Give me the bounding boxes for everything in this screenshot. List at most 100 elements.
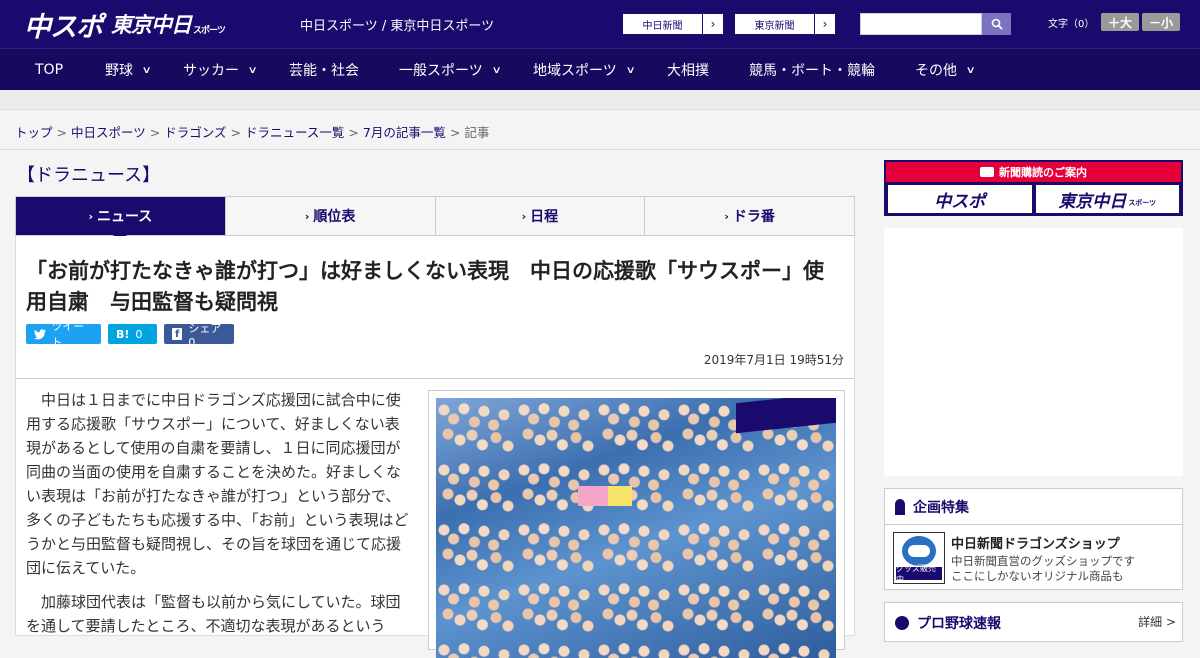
nav-label: TOP <box>35 62 64 78</box>
shop-desc-line: 中日新聞直営のグッズショップです <box>951 554 1135 568</box>
baseball-score-box: プロ野球速報 詳細 > <box>884 602 1183 642</box>
article-body: 中日は１日までに中日ドラゴンズ応援団に試合中に使用する応援歌「サウスポー」につい… <box>26 388 412 648</box>
nav-label: 大相撲 <box>667 63 709 79</box>
header-strip <box>0 90 1200 110</box>
tokyo-shimbun-link[interactable]: 東京新聞 › <box>734 13 836 35</box>
divider <box>0 149 1200 150</box>
breadcrumb: トップ > 中日スポーツ > ドラゴンズ > ドラニュース一覧 >7月の記事一覧 > 記事 <box>15 122 489 141</box>
baseball-icon <box>895 616 909 630</box>
chevron-down-icon: ∨ <box>965 64 976 76</box>
site-name: 中日スポーツ / 東京中日スポーツ <box>300 19 495 34</box>
chunichi-shimbun-link[interactable]: 中日新聞 › <box>622 13 724 35</box>
chevron-right-icon: › <box>724 209 729 223</box>
nav-item-local-sports[interactable]: 地域スポーツ ∨ <box>533 49 636 91</box>
subscription-banner[interactable]: 新聞購読のご案内 中スポ 東京中日 スポーツ <box>884 160 1183 216</box>
feature-title: 企画特集 <box>913 499 969 516</box>
facebook-icon: f <box>172 328 183 340</box>
tokyo-logo-text: 東京中日 <box>1058 191 1127 212</box>
tab-dora-ban[interactable]: › ドラ番 <box>645 197 854 235</box>
subscription-title: 新聞購読のご案内 <box>999 166 1087 179</box>
dragons-shop-link[interactable]: グッズ販売中 中日新聞ドラゴンズショップ 中日新聞直営のグッズショップです ここ… <box>885 525 1182 589</box>
nav-item-sumo[interactable]: 大相撲 <box>667 49 709 91</box>
breadcrumb-separator: > <box>56 125 67 140</box>
shop-desc-line: ここにしかないオリジナル商品も <box>951 569 1124 583</box>
search-input[interactable] <box>860 13 982 35</box>
font-smaller-button[interactable]: －小 <box>1142 13 1180 31</box>
chevron-right-icon: › <box>521 209 527 223</box>
feature-head: 企画特集 <box>885 489 1182 525</box>
tokyo-chunichi-logo[interactable]: 東京中日 スポーツ <box>111 8 226 40</box>
chevron-down-icon: ∨ <box>491 64 502 76</box>
nav-label: その他 <box>915 63 957 79</box>
facebook-share-label: シェア 0 <box>188 321 222 349</box>
divider <box>16 378 854 379</box>
feature-box: 企画特集 グッズ販売中 中日新聞ドラゴンズショップ 中日新聞直営のグッズショップ… <box>884 488 1183 590</box>
chevron-down-icon: ∨ <box>141 64 152 76</box>
newspaper-icon <box>980 167 994 177</box>
baseball-more-link[interactable]: 詳細 > <box>1138 613 1176 630</box>
search-icon <box>991 18 1003 30</box>
nav-item-soccer[interactable]: サッカー ∨ <box>183 49 258 91</box>
subscription-logos: 中スポ 東京中日 スポーツ <box>886 182 1181 216</box>
font-size-label: 文字（0） <box>1048 19 1095 30</box>
nav-item-general-sports[interactable]: 一般スポーツ ∨ <box>399 49 502 91</box>
nav-item-top[interactable]: TOP <box>35 49 63 91</box>
nav-item-baseball[interactable]: 野球 ∨ <box>105 49 152 91</box>
mascot-eyes <box>908 545 930 557</box>
chevron-down-icon: ∨ <box>247 64 258 76</box>
breadcrumb-dra-news-list[interactable]: ドラニュース一覧 <box>245 125 344 140</box>
tab-news[interactable]: › ニュース <box>16 197 226 243</box>
twitter-icon <box>34 328 46 339</box>
breadcrumb-chunichi-sports[interactable]: 中日スポーツ <box>71 125 146 140</box>
nav-item-entertainment[interactable]: 芸能・社会 <box>289 49 359 91</box>
article-headline: 「お前が打たなきゃ誰が打つ」は好ましくない表現 中日の応援歌「サウスポー」使用自… <box>26 259 824 314</box>
tab-bar: › ニュース › 順位表 › 日程 › ドラ番 <box>15 196 855 243</box>
nav-item-other[interactable]: その他 ∨ <box>915 49 976 91</box>
article-photo-frame <box>428 390 845 658</box>
breadcrumb-july-articles[interactable]: 7月の記事一覧 <box>363 125 446 140</box>
nav-item-racing[interactable]: 競馬・ボート・競輪 <box>749 49 875 91</box>
section-title: 【ドラニュース】 <box>17 165 161 186</box>
font-larger-button[interactable]: ＋大 <box>1101 13 1139 31</box>
shop-title: 中日新聞ドラゴンズショップ <box>951 537 1120 552</box>
breadcrumb-current: 記事 <box>464 125 490 140</box>
article-paragraph: 中日は１日までに中日ドラゴンズ応援団に試合中に使用する応援歌「サウスポー」につい… <box>26 391 409 577</box>
shop-thumbnail: グッズ販売中 <box>893 532 945 584</box>
chevron-right-icon: › <box>88 209 93 223</box>
nav-label: 競馬・ボート・競輪 <box>749 63 875 79</box>
tab-label: ニュース <box>96 209 153 225</box>
nav-label: 芸能・社会 <box>289 63 359 79</box>
facebook-share-button[interactable]: f シェア 0 <box>164 322 234 349</box>
fan-sign <box>578 486 608 506</box>
tokyo-logo-text: 東京中日 <box>111 13 192 37</box>
ribbon-icon <box>895 498 905 515</box>
breadcrumb-separator: > <box>348 125 359 140</box>
tab-label: ドラ番 <box>732 209 775 225</box>
top-header: 中スポ 東京中日 スポーツ 中日スポーツ / 東京中日スポーツ 中日新聞 › 東京… <box>0 0 1200 48</box>
breadcrumb-separator: > <box>449 125 461 140</box>
tweet-button[interactable]: ツイート <box>26 320 101 349</box>
nav-label: 地域スポーツ <box>533 63 617 79</box>
chunichi-shimbun-label: 中日新聞 <box>623 14 703 34</box>
tweet-label: ツイート <box>51 320 85 349</box>
ad-slot <box>884 228 1183 476</box>
chuspo-logo[interactable]: 中スポ <box>24 8 103 43</box>
breadcrumb-dragons[interactable]: ドラゴンズ <box>164 125 226 140</box>
shop-thumb-tag: グッズ販売中 <box>896 564 942 584</box>
article: 「お前が打たなきゃ誰が打つ」は好ましくない表現 中日の応援歌「サウスポー」使用自… <box>15 236 855 658</box>
tab-schedule[interactable]: › 日程 <box>436 197 646 235</box>
breadcrumb-top[interactable]: トップ <box>15 125 53 140</box>
search-button[interactable] <box>982 13 1011 35</box>
chuspo-logo: 中スポ <box>888 185 1032 213</box>
fan-sign <box>608 486 632 506</box>
baseball-title: プロ野球速報 <box>917 616 1001 632</box>
chevron-down-icon: ∨ <box>625 64 636 76</box>
tab-standings[interactable]: › 順位表 <box>226 197 436 235</box>
article-paragraph: 加藤球団代表は「監督も以前から気にしていた。球団を通して要請したところ、不適切な… <box>26 593 401 635</box>
hatena-bookmark-button[interactable]: B! 0 <box>108 324 157 344</box>
tokyo-logo-small: スポーツ <box>193 25 226 36</box>
hatena-count: 0 <box>135 327 143 341</box>
chevron-right-icon: › <box>710 17 716 31</box>
article-photo[interactable] <box>436 398 836 658</box>
nav-label: 野球 <box>105 63 133 79</box>
